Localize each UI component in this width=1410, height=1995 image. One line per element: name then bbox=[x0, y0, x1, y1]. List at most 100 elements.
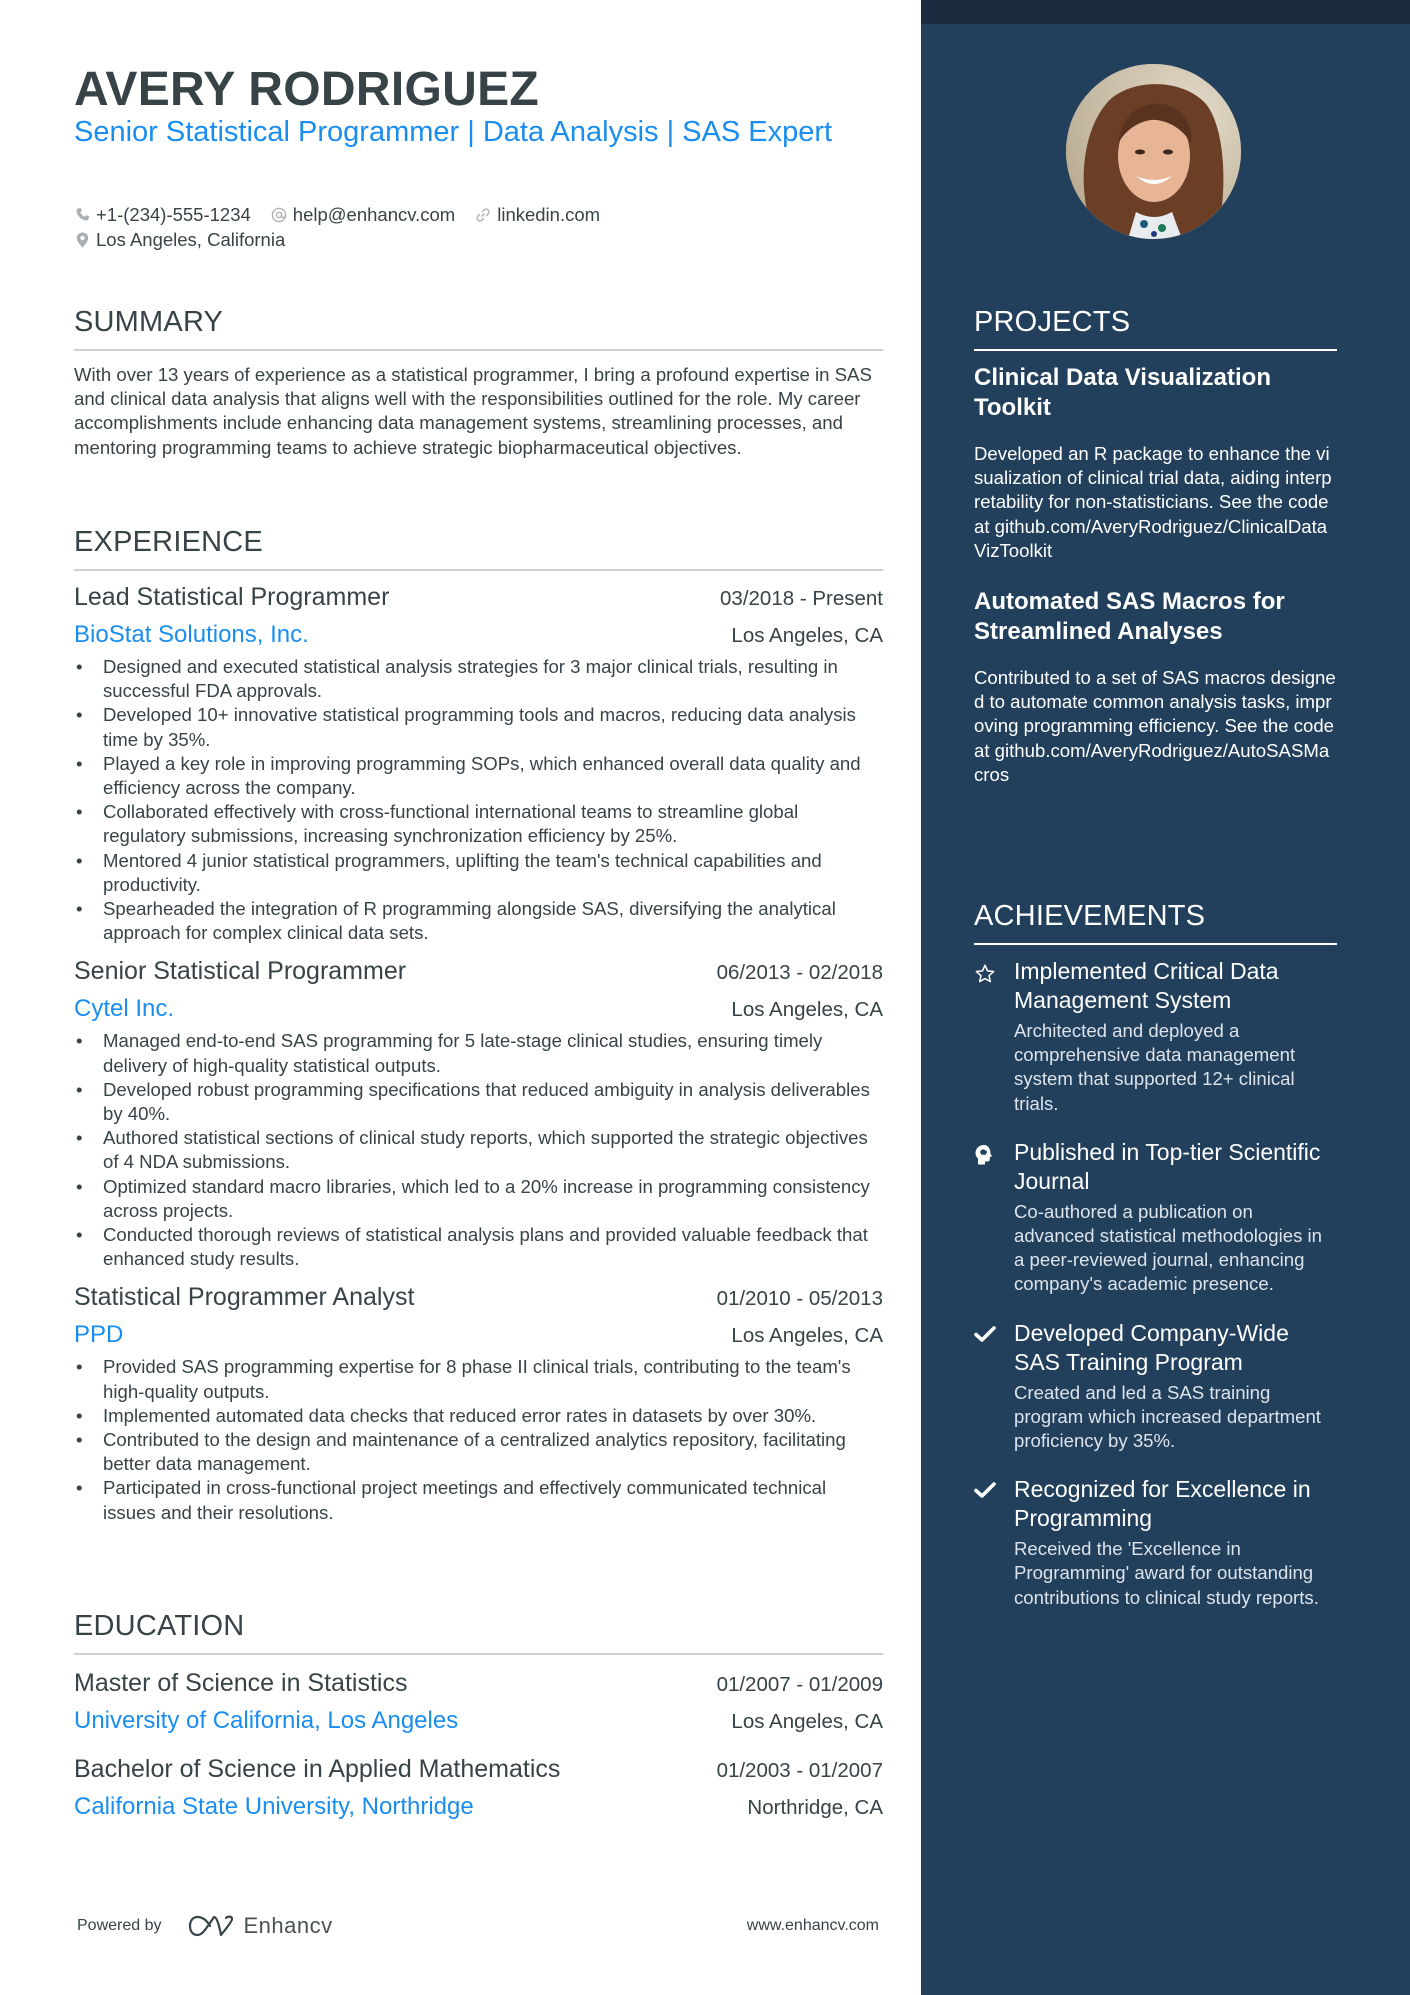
contact-email[interactable]: help@enhancv.com bbox=[271, 204, 455, 226]
website-link[interactable]: www.enhancv.com bbox=[747, 1917, 879, 1935]
job-entry: Senior Statistical Programmer 06/2013 - … bbox=[74, 953, 883, 1271]
contact-row: +1-(234)-555-1234 help@enhancv.com linke… bbox=[74, 202, 883, 227]
section-divider bbox=[74, 349, 883, 351]
job-dates: 03/2018 - Present bbox=[720, 587, 883, 610]
sidebar: PROJECTS Clinical Data Visualization Too… bbox=[921, 0, 1410, 1995]
job-bullet: Participated in cross-functional project… bbox=[74, 1476, 883, 1524]
contact-linkedin[interactable]: linkedin.com bbox=[475, 204, 600, 226]
degree: Bachelor of Science in Applied Mathemati… bbox=[74, 1755, 561, 1783]
education-dates: 01/2007 - 01/2009 bbox=[716, 1673, 883, 1696]
job-location: Los Angeles, CA bbox=[731, 1324, 883, 1348]
job-bullet: Designed and executed statistical analys… bbox=[74, 655, 883, 703]
achievement-item: Implemented Critical Data Management Sys… bbox=[974, 957, 1337, 1116]
job-bullets: Provided SAS programming expertise for 8… bbox=[74, 1355, 883, 1524]
achievement-description: Received the 'Excellence in Programming'… bbox=[1014, 1538, 1319, 1608]
powered-by: Powered by Enhancv bbox=[77, 1913, 333, 1939]
achievement-title: Implemented Critical Data Management Sys… bbox=[1014, 958, 1279, 1013]
job-title: Lead Statistical Programmer bbox=[74, 583, 390, 611]
job-bullet: Authored statistical sections of clinica… bbox=[74, 1126, 883, 1174]
job-bullets: Designed and executed statistical analys… bbox=[74, 655, 883, 945]
achievement-item: Published in Top-tier Scientific Journal… bbox=[974, 1138, 1337, 1297]
star-icon bbox=[974, 957, 1014, 1116]
company-name[interactable]: PPD bbox=[74, 1315, 123, 1355]
school-name[interactable]: California State University, Northridge bbox=[74, 1787, 474, 1827]
education-entry: Bachelor of Science in Applied Mathemati… bbox=[74, 1751, 883, 1827]
checkmark-icon bbox=[974, 1319, 1014, 1454]
achievement-description: Architected and deployed a comprehensive… bbox=[1014, 1020, 1296, 1114]
school-name[interactable]: University of California, Los Angeles bbox=[74, 1701, 458, 1741]
achievement-title: Published in Top-tier Scientific Journal bbox=[1014, 1138, 1321, 1194]
section-title-projects: PROJECTS bbox=[974, 306, 1131, 338]
contact-info: +1-(234)-555-1234 help@enhancv.com linke… bbox=[74, 202, 883, 252]
job-bullet: Conducted thorough reviews of statistica… bbox=[74, 1223, 883, 1271]
section-title-experience: EXPERIENCE bbox=[74, 526, 263, 558]
project-description: Developed an R package to enhance the vi… bbox=[974, 443, 1332, 561]
headline: Senior Statistical Programmer | Data Ana… bbox=[74, 116, 833, 148]
summary-text: With over 13 years of experience as a st… bbox=[74, 364, 872, 458]
education-location: Northridge, CA bbox=[747, 1796, 883, 1819]
achievement-description: Created and led a SAS training program w… bbox=[1014, 1381, 1321, 1452]
education-entry: Master of Science in Statistics 01/2007 … bbox=[74, 1665, 883, 1741]
job-location: Los Angeles, CA bbox=[731, 998, 883, 1022]
job-bullet: Spearheaded the integration of R program… bbox=[74, 897, 883, 945]
achievement-item: Recognized for Excellence in Programming… bbox=[974, 1475, 1337, 1610]
job-bullet: Implemented automated data checks that r… bbox=[74, 1404, 883, 1428]
job-bullet: Managed end-to-end SAS programming for 5… bbox=[74, 1029, 883, 1077]
job-title: Senior Statistical Programmer bbox=[74, 957, 407, 986]
achievement-item: Developed Company-Wide SAS Training Prog… bbox=[974, 1319, 1337, 1454]
company-name[interactable]: BioStat Solutions, Inc. bbox=[74, 615, 309, 655]
project-entry: Automated SAS Macros for Streamlined Ana… bbox=[974, 587, 1337, 787]
education-section: EDUCATION Master of Science in Statistic… bbox=[74, 1610, 883, 1827]
achievements-section: ACHIEVEMENTS Implemented Critical Data M… bbox=[974, 900, 1337, 1610]
contact-phone[interactable]: +1-(234)-555-1234 bbox=[74, 204, 251, 226]
job-bullet: Optimized standard macro libraries, whic… bbox=[74, 1175, 883, 1223]
contact-location: Los Angeles, California bbox=[74, 229, 285, 251]
contact-row: Los Angeles, California bbox=[74, 227, 883, 252]
job-bullet: Contributed to the design and maintenanc… bbox=[74, 1428, 883, 1476]
section-title-achievements: ACHIEVEMENTS bbox=[974, 900, 1206, 932]
brand-name: Enhancv bbox=[243, 1913, 333, 1938]
section-divider bbox=[974, 349, 1337, 351]
project-title: Automated SAS Macros for Streamlined Ana… bbox=[974, 588, 1285, 646]
education-dates: 01/2003 - 01/2007 bbox=[716, 1759, 883, 1782]
job-bullet: Developed 10+ innovative statistical pro… bbox=[74, 703, 883, 751]
job-bullet: Collaborated effectively with cross-func… bbox=[74, 800, 883, 848]
enhancv-brand[interactable]: Enhancv bbox=[188, 1913, 333, 1939]
location-pin-icon bbox=[74, 232, 90, 248]
powered-by-label: Powered by bbox=[77, 1917, 162, 1934]
phone-number: +1-(234)-555-1234 bbox=[96, 203, 251, 225]
achievement-title: Developed Company-Wide SAS Training Prog… bbox=[1014, 1319, 1289, 1375]
footer: Powered by Enhancv www.enhancv.com bbox=[77, 1913, 879, 1939]
experience-section: EXPERIENCE Lead Statistical Programmer 0… bbox=[74, 526, 883, 1525]
job-bullet: Provided SAS programming expertise for 8… bbox=[74, 1355, 883, 1403]
project-entry: Clinical Data Visualization Toolkit Deve… bbox=[974, 363, 1337, 563]
at-icon bbox=[271, 207, 287, 223]
phone-icon bbox=[74, 207, 90, 223]
job-bullet: Mentored 4 junior statistical programmer… bbox=[74, 849, 883, 897]
degree: Master of Science in Statistics bbox=[74, 1669, 408, 1697]
job-bullet: Played a key role in improving programmi… bbox=[74, 752, 883, 800]
achievement-title: Recognized for Excellence in Programming bbox=[1014, 1476, 1311, 1532]
achievement-description: Co-authored a publication on advanced st… bbox=[1014, 1200, 1323, 1295]
enhancv-logo-icon bbox=[188, 1915, 233, 1937]
project-description: Contributed to a set of SAS macros desig… bbox=[974, 667, 1336, 785]
job-bullets: Managed end-to-end SAS programming for 5… bbox=[74, 1029, 883, 1271]
job-entry: Lead Statistical Programmer 03/2018 - Pr… bbox=[74, 579, 883, 945]
section-divider bbox=[974, 943, 1337, 945]
projects-section: PROJECTS Clinical Data Visualization Too… bbox=[974, 306, 1337, 787]
section-title-education: EDUCATION bbox=[74, 1610, 245, 1642]
job-title: Statistical Programmer Analyst bbox=[74, 1283, 415, 1312]
job-dates: 01/2010 - 05/2013 bbox=[716, 1287, 883, 1311]
checkmark-icon bbox=[974, 1475, 1014, 1610]
job-bullet: Developed robust programming specificati… bbox=[74, 1078, 883, 1126]
location: Los Angeles, California bbox=[96, 228, 286, 250]
section-divider bbox=[74, 569, 883, 571]
summary-section: SUMMARY With over 13 years of experience… bbox=[74, 306, 883, 460]
company-name[interactable]: Cytel Inc. bbox=[74, 989, 174, 1029]
job-location: Los Angeles, CA bbox=[731, 624, 883, 647]
section-divider bbox=[74, 1653, 883, 1655]
candidate-name: AVERY RODRIGUEZ bbox=[74, 63, 539, 116]
profile-photo bbox=[1066, 64, 1241, 239]
sidebar-top-strip bbox=[921, 0, 1410, 24]
linkedin-url: linkedin.com bbox=[497, 203, 601, 225]
